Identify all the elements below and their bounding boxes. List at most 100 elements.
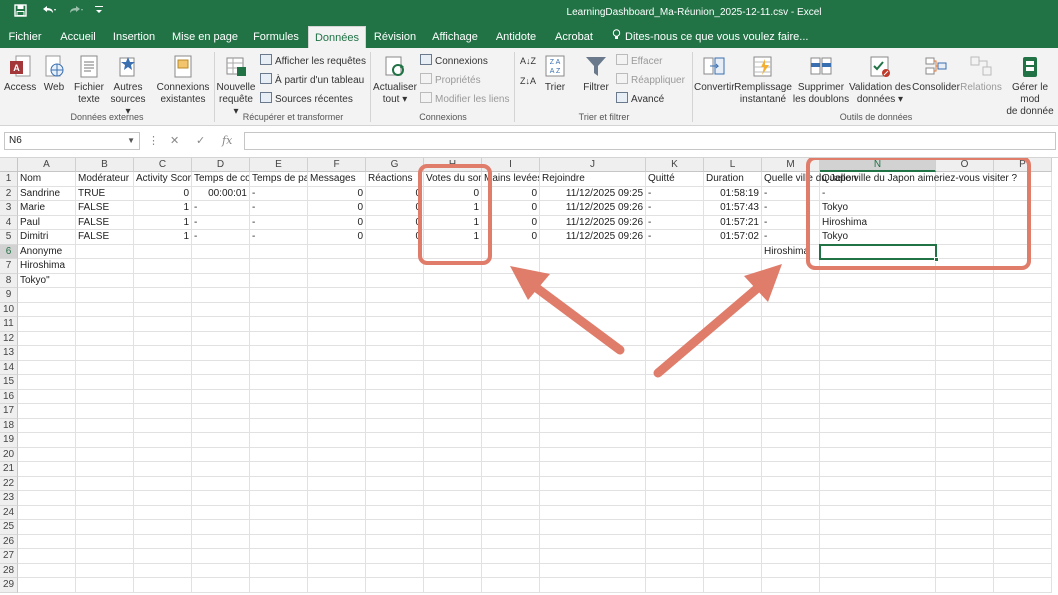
cell-d29[interactable] [192, 578, 250, 593]
cell-h17[interactable] [424, 404, 482, 419]
row-header-26[interactable]: 26 [0, 534, 18, 549]
cell-c10[interactable] [134, 302, 192, 317]
cell-a22[interactable] [18, 476, 76, 491]
cell-f17[interactable] [308, 404, 366, 419]
cell-d9[interactable] [192, 288, 250, 303]
cell-f2[interactable]: 0 [308, 186, 366, 201]
web-button[interactable]: Web [38, 54, 70, 94]
cell-b1[interactable]: Modérateur [76, 172, 134, 187]
cell-a3[interactable]: Marie [18, 201, 76, 216]
cell-j28[interactable] [540, 563, 646, 578]
cell-n28[interactable] [820, 563, 936, 578]
cell-j9[interactable] [540, 288, 646, 303]
cell-g29[interactable] [366, 578, 424, 593]
row-header-25[interactable]: 25 [0, 520, 18, 535]
cell-j11[interactable] [540, 317, 646, 332]
cell-i13[interactable] [482, 346, 540, 361]
cell-d6[interactable] [192, 244, 250, 259]
cell-n14[interactable] [820, 360, 936, 375]
cell-g23[interactable] [366, 491, 424, 506]
partir-tableau-button[interactable]: À partir d'un tableau [260, 73, 364, 88]
chevron-down-icon[interactable]: ▼ [127, 133, 135, 149]
sources-recentes-button[interactable]: Sources récentes [260, 92, 353, 107]
cell-l29[interactable] [704, 578, 762, 593]
cell-o19[interactable] [936, 433, 994, 448]
cell-a9[interactable] [18, 288, 76, 303]
cell-e14[interactable] [250, 360, 308, 375]
enter-icon[interactable]: ✓ [196, 134, 205, 147]
cell-e13[interactable] [250, 346, 308, 361]
cell-h25[interactable] [424, 520, 482, 535]
cell-k8[interactable] [646, 273, 704, 288]
cell-f28[interactable] [308, 563, 366, 578]
cell-l10[interactable] [704, 302, 762, 317]
cell-p15[interactable] [994, 375, 1052, 390]
access-button[interactable]: A Access [4, 54, 36, 94]
cell-b27[interactable] [76, 549, 134, 564]
cell-d16[interactable] [192, 389, 250, 404]
cell-d11[interactable] [192, 317, 250, 332]
cell-p26[interactable] [994, 534, 1052, 549]
cell-d22[interactable] [192, 476, 250, 491]
cell-p11[interactable] [994, 317, 1052, 332]
cell-n12[interactable] [820, 331, 936, 346]
cell-e23[interactable] [250, 491, 308, 506]
cell-n21[interactable] [820, 462, 936, 477]
cell-n17[interactable] [820, 404, 936, 419]
cell-c3[interactable]: 1 [134, 201, 192, 216]
cell-h22[interactable] [424, 476, 482, 491]
tab-revision[interactable]: Révision [370, 26, 420, 48]
cell-o11[interactable] [936, 317, 994, 332]
cell-l12[interactable] [704, 331, 762, 346]
row-header-3[interactable]: 3 [0, 201, 18, 216]
cell-m27[interactable] [762, 549, 820, 564]
trier-button[interactable]: Z A A Z Trier [540, 54, 570, 94]
cell-d8[interactable] [192, 273, 250, 288]
cell-a6[interactable]: Anonyme [18, 244, 76, 259]
cell-o22[interactable] [936, 476, 994, 491]
relations-button[interactable]: Relations [960, 54, 1002, 94]
tab-antidote[interactable]: Antidote [490, 26, 542, 48]
cell-m20[interactable] [762, 447, 820, 462]
sort-az-button[interactable]: A↓Z [520, 54, 536, 68]
cell-k16[interactable] [646, 389, 704, 404]
cell-a13[interactable] [18, 346, 76, 361]
cell-g26[interactable] [366, 534, 424, 549]
cell-p10[interactable] [994, 302, 1052, 317]
cell-h18[interactable] [424, 418, 482, 433]
cell-f29[interactable] [308, 578, 366, 593]
cell-e27[interactable] [250, 549, 308, 564]
gerer-modele-button[interactable]: Gérer le mod de donnée [1002, 54, 1058, 118]
cell-j2[interactable]: 11/12/2025 09:25 [540, 186, 646, 201]
cell-d25[interactable] [192, 520, 250, 535]
cell-n24[interactable] [820, 505, 936, 520]
cell-d24[interactable] [192, 505, 250, 520]
cell-m21[interactable] [762, 462, 820, 477]
cell-d26[interactable] [192, 534, 250, 549]
cell-c20[interactable] [134, 447, 192, 462]
cell-i12[interactable] [482, 331, 540, 346]
cell-l11[interactable] [704, 317, 762, 332]
cell-m14[interactable] [762, 360, 820, 375]
tab-formules[interactable]: Formules [248, 26, 304, 48]
select-all-corner[interactable] [0, 158, 18, 172]
cell-d7[interactable] [192, 259, 250, 274]
cell-e20[interactable] [250, 447, 308, 462]
cell-a21[interactable] [18, 462, 76, 477]
cell-m19[interactable] [762, 433, 820, 448]
cell-g24[interactable] [366, 505, 424, 520]
cell-j1[interactable]: Rejoindre [540, 172, 646, 187]
cell-l19[interactable] [704, 433, 762, 448]
cell-a1[interactable]: Nom [18, 172, 76, 187]
cell-l15[interactable] [704, 375, 762, 390]
cell-j15[interactable] [540, 375, 646, 390]
cell-j10[interactable] [540, 302, 646, 317]
cell-g22[interactable] [366, 476, 424, 491]
cell-j13[interactable] [540, 346, 646, 361]
row-header-17[interactable]: 17 [0, 404, 18, 419]
cell-k1[interactable]: Quitté [646, 172, 704, 187]
cell-l16[interactable] [704, 389, 762, 404]
cell-p19[interactable] [994, 433, 1052, 448]
cell-l14[interactable] [704, 360, 762, 375]
cell-d23[interactable] [192, 491, 250, 506]
